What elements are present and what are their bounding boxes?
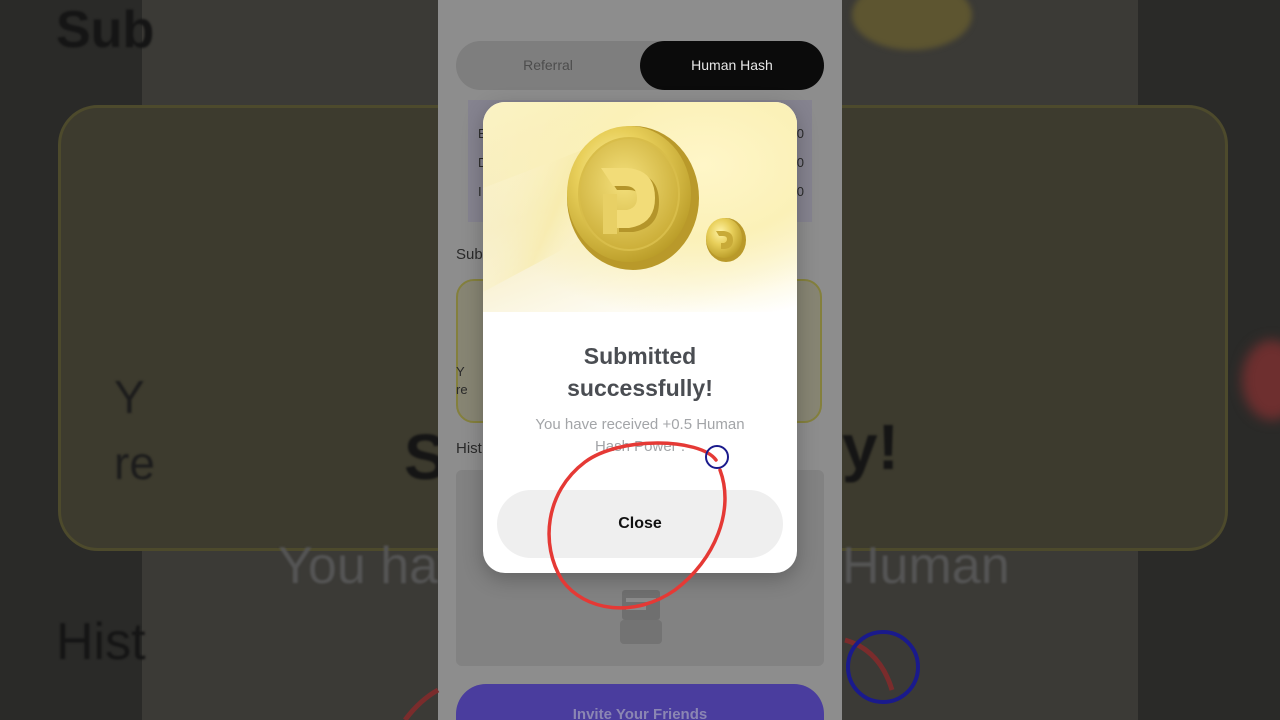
tab-referral[interactable]: Referral bbox=[456, 41, 640, 90]
close-button[interactable]: Close bbox=[497, 490, 783, 558]
background-blob bbox=[1242, 340, 1280, 420]
modal-hero bbox=[483, 102, 797, 312]
stat-value: 0 bbox=[796, 126, 804, 141]
section-title-submit: Sub bbox=[456, 246, 483, 263]
success-modal: Submitted successfully! You have receive… bbox=[483, 102, 797, 573]
stat-label: I bbox=[478, 184, 482, 199]
modal-description-line: You have received +0.5 Human bbox=[535, 416, 745, 433]
background-card bbox=[842, 105, 1228, 551]
invite-friends-button[interactable]: Invite Your Friends bbox=[456, 684, 824, 720]
background-text-fragment: re bbox=[114, 437, 155, 489]
stat-value: 0 bbox=[796, 184, 804, 199]
background-subtitle: You hav bbox=[278, 537, 438, 595]
background-big-title: S bbox=[404, 421, 438, 493]
background-right: y! Human bbox=[842, 0, 1280, 720]
background-big-title: y! bbox=[842, 411, 899, 483]
empty-box-icon bbox=[620, 590, 662, 644]
modal-description: You have received +0.5 Human Hash Power … bbox=[515, 414, 765, 458]
modal-title: Submitted successfully! bbox=[483, 340, 797, 404]
background-title-fragment: Sub bbox=[56, 1, 155, 59]
modal-title-line: successfully! bbox=[567, 375, 713, 401]
task-text-line: Y bbox=[456, 364, 465, 379]
background-left: Sub Y re S You hav Hist bbox=[0, 0, 438, 720]
stat-value: 0 bbox=[796, 155, 804, 170]
modal-title-line: Submitted bbox=[583, 343, 697, 369]
task-text-line: re bbox=[456, 382, 468, 397]
modal-description-line: Hash Power . bbox=[594, 438, 686, 455]
tab-human-hash[interactable]: Human Hash bbox=[640, 41, 824, 90]
background-subtitle: Human bbox=[842, 537, 1010, 595]
coin-illustration bbox=[483, 126, 746, 292]
background-text-fragment: Y bbox=[114, 371, 145, 423]
task-text: Y re bbox=[456, 363, 468, 399]
tab-bar: Referral Human Hash bbox=[456, 41, 824, 90]
background-history: Hist bbox=[56, 613, 146, 671]
section-title-history: Hist bbox=[456, 440, 482, 457]
